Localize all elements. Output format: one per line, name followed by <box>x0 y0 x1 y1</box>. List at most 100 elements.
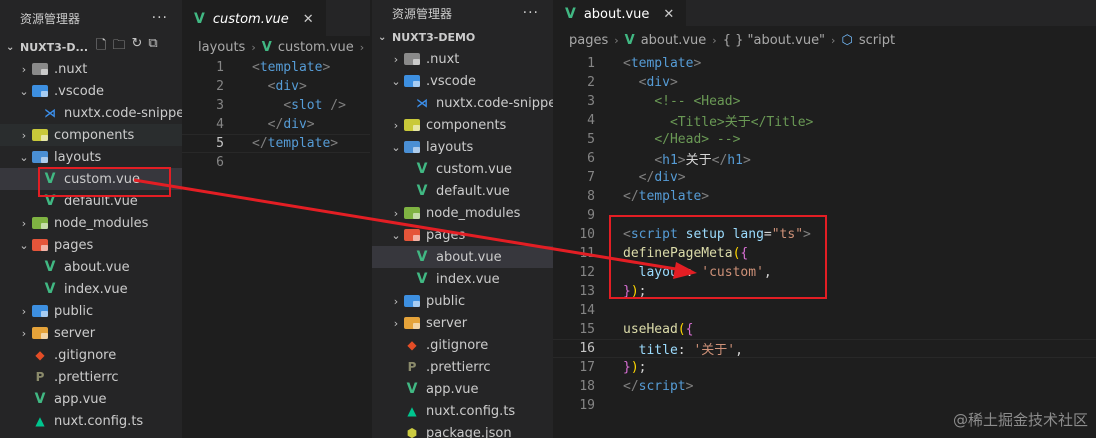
tree-item[interactable]: ›Vapp.vue <box>0 388 182 410</box>
tree-item[interactable]: ⌄ layouts <box>372 136 553 158</box>
vue-file-icon: V <box>565 6 576 22</box>
workspace-root[interactable]: ⌄ NUXT3-D... 🗋 🗀 ↻ ⧉ <box>0 36 182 58</box>
vue-file-icon: V <box>416 249 428 265</box>
tab-label: custom.vue <box>212 11 289 27</box>
line-number: 7 <box>587 170 595 185</box>
code-line: 6 <h1>关于</h1> <box>553 149 1096 168</box>
tree-item[interactable]: ›P.prettierrc <box>372 356 553 378</box>
chevron-right-icon: › <box>614 33 619 47</box>
tree-item-label: layouts <box>54 149 102 165</box>
tree-item[interactable]: ›⋊nuxtx.code-snippets <box>372 92 553 114</box>
more-actions-button[interactable]: ··· <box>523 5 539 21</box>
folder-icon <box>404 295 420 307</box>
tab-bar: V custom.vue ✕ <box>182 0 370 37</box>
breadcrumb-object[interactable]: { } "about.vue" <box>723 33 825 48</box>
code-token: template <box>630 56 694 71</box>
folder-icon <box>32 305 48 317</box>
tree-item[interactable]: ⌄ pages <box>0 234 182 256</box>
tree-item[interactable]: ⌄ .vscode <box>372 70 553 92</box>
tree-item[interactable]: ⌄ pages <box>372 224 553 246</box>
code-token: > <box>677 170 686 185</box>
tree-item[interactable]: ›⋊nuxtx.code-snippets <box>0 102 182 124</box>
tab-label: about.vue <box>583 6 650 22</box>
tab-about-vue[interactable]: V about.vue ✕ <box>553 0 687 27</box>
breadcrumb-section[interactable]: script <box>859 33 895 48</box>
line-number: 4 <box>587 113 595 128</box>
tree-item[interactable]: ›Vcustom.vue <box>372 158 553 180</box>
prettier-icon: P <box>35 370 45 384</box>
tree-item[interactable]: ›▲nuxt.config.ts <box>0 410 182 432</box>
workspace-root[interactable]: ⌄ NUXT3-DEMO <box>372 26 553 48</box>
new-file-icon[interactable]: 🗋 <box>96 36 106 58</box>
close-icon[interactable]: ✕ <box>303 12 314 27</box>
chevron-right-icon: › <box>831 33 836 47</box>
tree-item[interactable]: ›Vabout.vue <box>0 256 182 278</box>
tree-item[interactable]: ›Vabout.vue <box>372 246 553 268</box>
tree-item-label: .gitignore <box>54 347 117 363</box>
tree-item[interactable]: › node_modules <box>372 202 553 224</box>
code-token: <Title>关于</Title> <box>669 115 814 130</box>
tree-item-label: pages <box>426 227 466 243</box>
code-token: > <box>693 56 702 71</box>
tree-item[interactable]: ›⬢package.json <box>372 422 553 438</box>
close-icon[interactable]: ✕ <box>663 7 674 22</box>
tree-item[interactable]: ⌄ .vscode <box>0 80 182 102</box>
chevron-down-icon: ⌄ <box>391 74 401 88</box>
tree-item[interactable]: › server <box>0 322 182 344</box>
line-number: 18 <box>579 379 595 394</box>
code-area[interactable]: 1 <template> 2 <div> 3 <slot /> 4 </div> 5 </t… <box>182 58 370 172</box>
tree-item[interactable]: ⌄ layouts <box>0 146 182 168</box>
breadcrumb-folder[interactable]: pages <box>569 33 608 48</box>
tree-item[interactable]: › .nuxt <box>0 58 182 80</box>
tree-item[interactable]: › public <box>372 290 553 312</box>
tree-item[interactable]: › .nuxt <box>372 48 553 70</box>
refresh-icon[interactable]: ↻ <box>131 36 142 58</box>
chevron-down-icon: ⌄ <box>391 228 401 242</box>
tree-item[interactable]: ›▲nuxt.config.ts <box>372 400 553 422</box>
collapse-all-icon[interactable]: ⧉ <box>148 36 157 58</box>
code-token: </ <box>623 379 639 394</box>
breadcrumb-folder[interactable]: layouts <box>198 40 245 55</box>
new-folder-icon[interactable]: 🗀 <box>112 36 125 58</box>
tree-item-label: .prettierrc <box>426 359 491 375</box>
tree-item-label: .prettierrc <box>54 369 119 385</box>
tree-item[interactable]: › components <box>0 124 182 146</box>
line-number: 9 <box>587 208 595 223</box>
tree-item[interactable]: › node_modules <box>0 212 182 234</box>
code-line: 1 <template> <box>553 54 1096 73</box>
breadcrumb-file[interactable]: custom.vue <box>278 40 354 55</box>
tree-item[interactable]: ›Vapp.vue <box>372 378 553 400</box>
chevron-down-icon: ⌄ <box>19 84 29 98</box>
tab-custom-vue[interactable]: V custom.vue ✕ <box>182 0 326 37</box>
tree-item[interactable]: ›P.prettierrc <box>0 366 182 388</box>
prettier-icon: P <box>407 360 417 374</box>
vue-file-icon: V <box>624 32 635 48</box>
breadcrumb-file[interactable]: about.vue <box>641 33 707 48</box>
tree-item[interactable]: ›⬢ <box>0 432 182 438</box>
left-editor: V custom.vue ✕ layouts › V custom.vue › … <box>182 0 370 438</box>
more-actions-button[interactable]: ··· <box>152 10 168 26</box>
tree-item[interactable]: › components <box>372 114 553 136</box>
tree-item[interactable]: ›Vindex.vue <box>0 278 182 300</box>
current-line-highlight <box>553 339 1096 358</box>
code-token: < <box>252 60 260 75</box>
tree-item[interactable]: ›Vdefault.vue <box>372 180 553 202</box>
tree-item-label: pages <box>54 237 94 253</box>
code-token: ; <box>638 360 647 375</box>
folder-icon <box>404 119 420 131</box>
code-line: 15 useHead({ <box>553 320 1096 339</box>
tree-item-label: about.vue <box>64 259 130 275</box>
tree-item[interactable]: › server <box>372 312 553 334</box>
tree-item[interactable]: ›Vindex.vue <box>372 268 553 290</box>
folder-icon <box>32 239 48 251</box>
vue-file-icon: V <box>406 381 418 397</box>
tree-item[interactable]: ›◆.gitignore <box>0 344 182 366</box>
tree-item-label: nuxtx.code-snippets <box>436 95 553 111</box>
folder-icon <box>32 129 48 141</box>
tree-item[interactable]: ›◆.gitignore <box>372 334 553 356</box>
line-number: 5 <box>587 132 595 147</box>
tree-item[interactable]: › public <box>0 300 182 322</box>
folder-icon <box>32 217 48 229</box>
vue-file-icon: V <box>416 183 428 199</box>
